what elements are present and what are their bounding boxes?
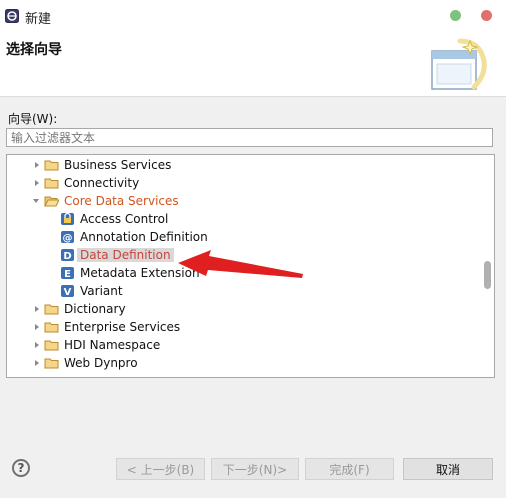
folder-icon (44, 160, 59, 171)
folder-icon (44, 340, 59, 351)
tree-item-label: Variant (80, 284, 123, 298)
tree-item-web-dynpro[interactable]: Web Dynpro (7, 354, 477, 372)
tree-item-data-definition[interactable]: D Data Definition (7, 246, 477, 264)
scrollbar-thumb[interactable] (484, 261, 491, 289)
metadata-extension-icon: E (61, 267, 74, 280)
minimize-button[interactable] (450, 10, 461, 21)
new-wizard-icon (431, 38, 487, 90)
tree-item-label: Annotation Definition (80, 230, 208, 244)
tree-item-variant[interactable]: V Variant (7, 282, 477, 300)
chevron-right-icon[interactable] (33, 359, 41, 367)
svg-text:D: D (63, 251, 71, 262)
page-title: 选择向导 (6, 42, 62, 58)
tree-item-label: Data Definition (77, 248, 174, 262)
annotation-icon: @ (61, 231, 74, 244)
eclipse-icon (5, 9, 19, 23)
data-definition-icon: D (61, 249, 74, 262)
chevron-right-icon[interactable] (33, 161, 41, 169)
folder-icon (44, 304, 59, 315)
wizard-tree[interactable]: Business Services Connectivity Core Data… (6, 154, 495, 378)
tree-item-annotation-definition[interactable]: @ Annotation Definition (7, 228, 477, 246)
folder-icon (44, 322, 59, 333)
tree-scrollbar[interactable] (482, 155, 494, 377)
chevron-right-icon[interactable] (33, 323, 41, 331)
window-title: 新建 (25, 12, 52, 27)
filter-input[interactable] (6, 128, 493, 147)
tree-item-business-services[interactable]: Business Services (7, 156, 477, 174)
title-bar: 新建 (0, 0, 506, 32)
tree-item-label: Business Services (64, 158, 172, 172)
close-button[interactable] (481, 10, 492, 21)
finish-button[interactable]: 完成(F) (305, 458, 394, 480)
tree-item-label: Metadata Extension (80, 266, 200, 280)
wizard-filter-label: 向导(W): (8, 112, 58, 126)
access-control-icon (61, 212, 74, 225)
chevron-right-icon[interactable] (33, 305, 41, 313)
tree-item-access-control[interactable]: Access Control (7, 210, 477, 228)
tree-item-label: Connectivity (64, 176, 140, 190)
tree-item-enterprise-services[interactable]: Enterprise Services (7, 318, 477, 336)
tree-item-hdi-namespace[interactable]: HDI Namespace (7, 336, 477, 354)
next-button[interactable]: 下一步(N)> (211, 458, 299, 480)
folder-icon (44, 178, 59, 189)
back-button[interactable]: < 上一步(B) (116, 458, 205, 480)
variant-icon: V (61, 285, 74, 298)
tree-item-metadata-extension[interactable]: E Metadata Extension (7, 264, 477, 282)
tree-item-label: Web Dynpro (64, 356, 138, 370)
tree-item-connectivity[interactable]: Connectivity (7, 174, 477, 192)
tree-item-core-data-services[interactable]: Core Data Services (7, 192, 477, 210)
folder-open-icon (44, 196, 59, 207)
cancel-button[interactable]: 取消 (403, 458, 493, 480)
tree-item-label: Dictionary (64, 302, 126, 316)
wizard-header: 选择向导 (0, 32, 506, 97)
chevron-down-icon[interactable] (32, 197, 40, 205)
svg-text:E: E (64, 269, 71, 280)
help-button[interactable]: ? (12, 459, 30, 477)
chevron-right-icon[interactable] (33, 179, 41, 187)
tree-item-label: Core Data Services (64, 194, 179, 208)
tree-item-dictionary[interactable]: Dictionary (7, 300, 477, 318)
tree-item-label: Access Control (80, 212, 169, 226)
chevron-right-icon[interactable] (33, 341, 41, 349)
svg-text:@: @ (63, 233, 73, 244)
tree-item-label: HDI Namespace (64, 338, 161, 352)
svg-text:V: V (64, 287, 72, 298)
folder-icon (44, 358, 59, 369)
tree-item-label: Enterprise Services (64, 320, 181, 334)
